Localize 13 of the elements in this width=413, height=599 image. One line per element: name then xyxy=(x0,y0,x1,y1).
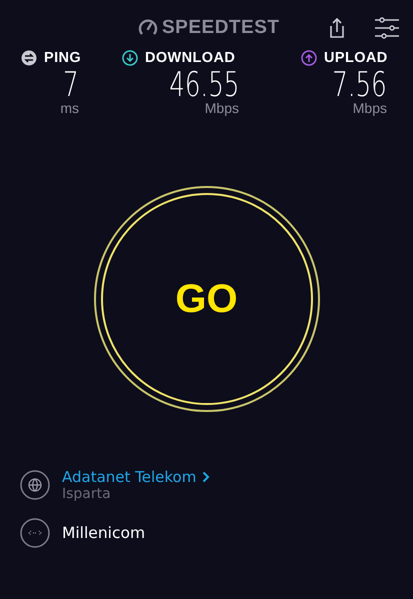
globe-icon xyxy=(20,470,50,500)
server-name[interactable]: Millenicom xyxy=(62,524,146,542)
provider-link[interactable]: Adatanet Telekom xyxy=(62,468,210,486)
provider-location: Isparta xyxy=(62,486,112,502)
server-icon[interactable] xyxy=(20,518,50,548)
logo-text: SPEEDTEST xyxy=(162,17,280,39)
go-button[interactable]: GO xyxy=(100,193,312,405)
metric-label: UPLOAD xyxy=(324,50,388,66)
share-icon[interactable] xyxy=(328,17,346,39)
metric-label: PING xyxy=(44,50,82,66)
metric-label: DOWNLOAD xyxy=(145,50,236,66)
settings-icon[interactable] xyxy=(374,17,400,39)
chevron-icon xyxy=(202,471,210,483)
